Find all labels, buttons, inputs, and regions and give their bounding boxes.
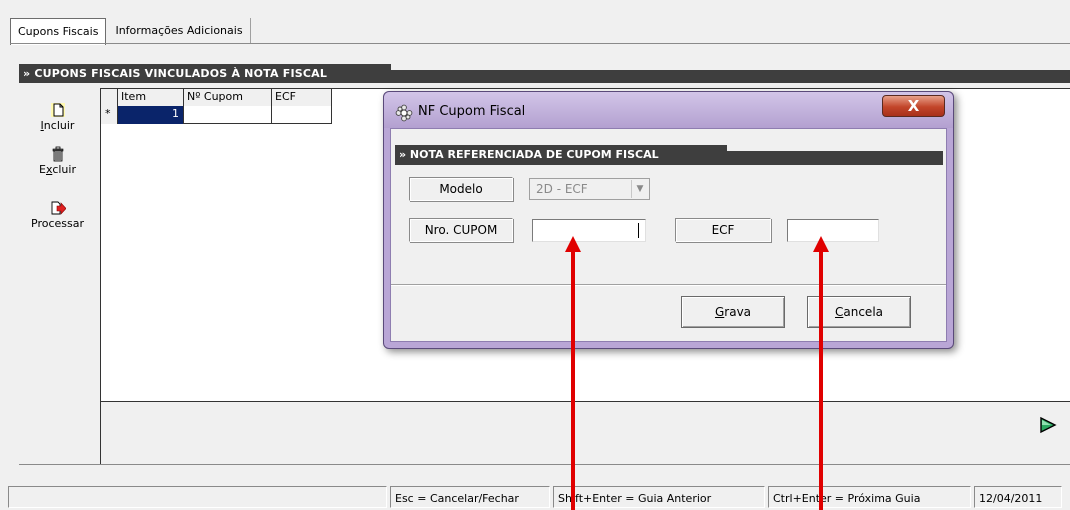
tab-cupons-fiscais[interactable]: Cupons Fiscais (10, 18, 107, 45)
status-bar: Esc = Cancelar/Fechar Shift+Enter = Guia… (0, 486, 1070, 510)
dialog-section-title-text: » NOTA REFERENCIADA DE CUPOM FISCAL (399, 148, 659, 161)
tab-strip: Cupons Fiscais Informações Adicionais (10, 18, 253, 45)
grid-header-ecf[interactable]: ECF (272, 89, 332, 106)
text-caret (638, 223, 639, 238)
bottom-divider (19, 464, 1070, 465)
modelo-select: 2D - ECF ▼ (529, 178, 650, 200)
tab-informacoes-adicionais[interactable]: Informações Adicionais (108, 18, 251, 44)
left-toolbar: Incluir Excluir Processar (19, 86, 96, 464)
status-ctrl-enter-hint: Ctrl+Enter = Próxima Guia (768, 486, 971, 508)
cell-cupom[interactable] (184, 106, 272, 124)
section-title-text: » CUPONS FISCAIS VINCULADOS À NOTA FISCA… (23, 67, 328, 80)
grava-button[interactable]: Grava (681, 296, 785, 328)
processar-label: Processar (31, 217, 84, 230)
excluir-label: Excluir (39, 163, 76, 176)
ecf-label: ECF (675, 218, 771, 242)
dialog-titlebar[interactable]: NF Cupom Fiscal X (384, 92, 953, 128)
dialog-divider-highlight (391, 285, 946, 286)
table-row[interactable]: * 1 (101, 106, 332, 124)
dialog-section-title: » NOTA REFERENCIADA DE CUPOM FISCAL (395, 145, 943, 165)
incluir-button[interactable]: Incluir (19, 102, 96, 132)
new-document-icon (50, 103, 65, 117)
cell-item[interactable]: 1 (118, 106, 184, 124)
next-arrow-icon (1040, 416, 1057, 434)
incluir-label: Incluir (40, 119, 75, 132)
annotation-arrow-ecf (819, 250, 823, 510)
gear-flower-icon (395, 104, 413, 122)
excluir-button[interactable]: Excluir (19, 146, 96, 176)
status-shift-enter-hint: Shift+Enter = Guia Anterior (553, 486, 765, 508)
grid-header-indicator (101, 89, 118, 106)
section-title: » CUPONS FISCAIS VINCULADOS À NOTA FISCA… (19, 64, 1070, 83)
trash-bin-icon (52, 146, 63, 162)
grid-header: Item Nº Cupom ECF (101, 89, 332, 106)
annotation-arrow-cupom (571, 250, 575, 510)
processar-button[interactable]: Processar (19, 200, 96, 230)
modelo-value: 2D - ECF (536, 182, 588, 196)
grid-header-item[interactable]: Item (118, 89, 184, 106)
status-panel-blank (8, 486, 387, 508)
nro-cupom-input[interactable] (532, 219, 646, 242)
nf-cupom-fiscal-dialog: NF Cupom Fiscal X » NOTA REFERENCIADA DE… (383, 91, 954, 349)
tab-divider (10, 43, 1070, 44)
grid-header-cupom[interactable]: Nº Cupom (184, 89, 272, 106)
modelo-label: Modelo (409, 177, 513, 201)
cell-ecf[interactable] (272, 106, 332, 124)
close-icon: X (907, 97, 920, 115)
dialog-body: » NOTA REFERENCIADA DE CUPOM FISCAL Mode… (390, 128, 947, 342)
lower-panel (100, 402, 1070, 464)
process-arrow-icon (51, 201, 66, 215)
next-tab-button[interactable] (1036, 414, 1060, 436)
status-esc-hint: Esc = Cancelar/Fechar (390, 486, 550, 508)
nro-cupom-label: Nro. CUPOM (409, 218, 513, 242)
row-indicator: * (101, 106, 118, 124)
close-button[interactable]: X (882, 95, 945, 117)
dialog-title: NF Cupom Fiscal (418, 104, 526, 119)
ecf-input[interactable] (787, 219, 879, 242)
status-date: 12/04/2011 (974, 486, 1062, 508)
chevron-down-icon: ▼ (631, 180, 648, 198)
